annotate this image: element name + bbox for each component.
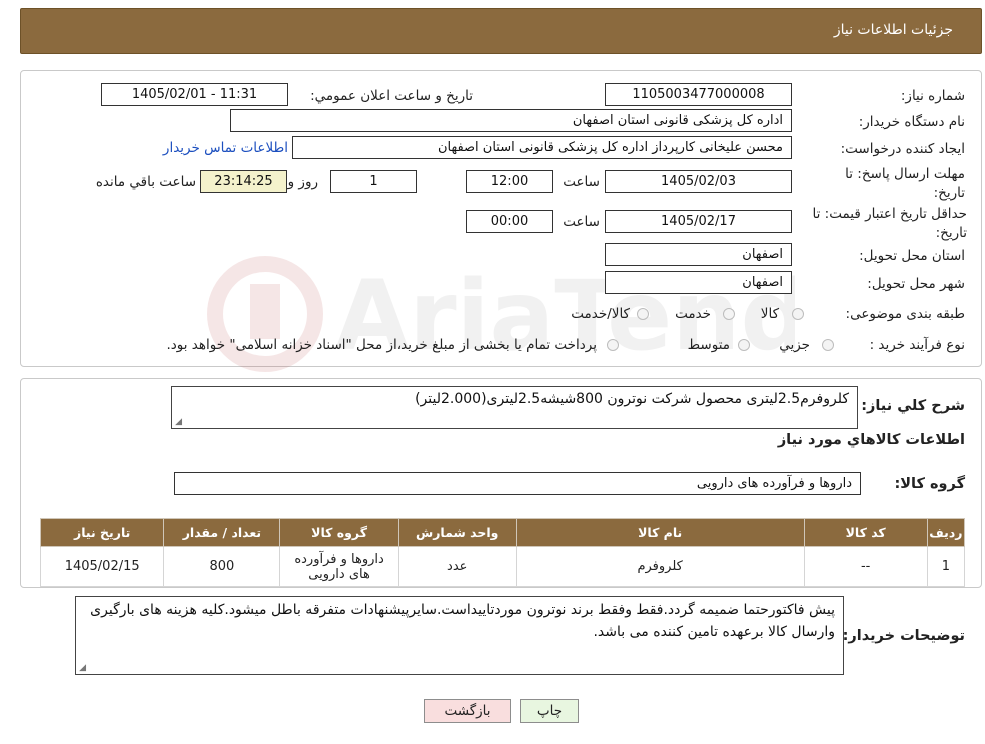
province-field: اصفهان (605, 243, 792, 266)
validity-label: حداقل تاريخ اعتبار قيمت: تا تاريخ: (812, 206, 967, 241)
resize-grip-icon[interactable]: ◢ (174, 418, 182, 427)
validity-time-field: 00:00 (466, 210, 553, 233)
cell-need-date: 1405/02/15 (39, 546, 165, 587)
resize-grip-icon[interactable]: ◢ (78, 664, 86, 673)
process-label: نوع فرآيند خريد : (869, 337, 965, 353)
process-radio-minor[interactable] (822, 339, 834, 351)
goods-group-label: گروه کالا: (894, 476, 965, 492)
need-number-label: شماره نياز: (900, 88, 965, 104)
process-option-minor: جزيي (779, 337, 810, 353)
buyer-notes-textarea[interactable]: پيش فاکتورحتما ضميمه گردد.فقط وفقط برند … (75, 596, 844, 675)
cell-goods-group: داروها و فرآورده های دارويی (279, 546, 399, 587)
category-radio-service[interactable] (723, 308, 735, 320)
deadline-date-field: 1405/02/03 (605, 170, 792, 193)
cell-unit: عدد (397, 546, 517, 587)
page-title: جزئيات اطلاعات نياز (833, 22, 953, 38)
col-goods-code: کد کالا (803, 518, 928, 547)
description-text: کلروفرم2.5ليتری محصول شرکت نوترون 800شيش… (415, 391, 849, 407)
city-field: اصفهان (605, 271, 792, 294)
goods-group-field: داروها و فرآورده های دارويی (174, 472, 861, 495)
buyer-notes-label: توضيحات خريدار: (842, 628, 965, 644)
days-field: 1 (330, 170, 417, 193)
category-option-service: خدمت (675, 306, 711, 322)
buyer-notes-text: پيش فاکتورحتما ضميمه گردد.فقط وفقط برند … (90, 602, 835, 640)
deadline-time-label: ساعت (563, 174, 600, 190)
need-number-field: 1105003477000008 (605, 83, 792, 106)
announce-label: تاريخ و ساعت اعلان عمومي: (310, 88, 473, 104)
remaining-label: ساعت باقي مانده (95, 174, 196, 190)
validity-time-label: ساعت (563, 214, 600, 230)
process-radio-medium[interactable] (738, 339, 750, 351)
items-table-header: رديف کد کالا نام کالا واحد شمارش گروه کا… (39, 518, 966, 547)
buyer-org-label: نام دستگاه خريدار: (858, 114, 965, 130)
back-button[interactable]: بازگشت (424, 699, 511, 723)
deadline-time-field: 12:00 (466, 170, 553, 193)
validity-date-field: 1405/02/17 (605, 210, 792, 233)
buyer-org-field: اداره کل پزشکی قانونی استان اصفهان (230, 109, 792, 132)
buyer-contact-link[interactable]: اطلاعات تماس خريدار (163, 140, 288, 156)
col-quantity: تعداد / مقدار (163, 518, 281, 547)
treasury-payment-checkbox[interactable] (607, 339, 619, 351)
province-label: استان محل تحويل: (859, 248, 965, 264)
cell-goods-name: کلروفرم (515, 546, 805, 587)
print-button[interactable]: چاپ (520, 699, 579, 723)
col-unit: واحد شمارش (397, 518, 517, 547)
category-radio-goods[interactable] (792, 308, 804, 320)
category-radio-goods-service[interactable] (637, 308, 649, 320)
description-label: شرح كلي نياز: (861, 398, 965, 414)
announce-datetime-field: 1405/02/01 - 11:31 (101, 83, 288, 106)
deadline-label: مهلت ارسال پاسخ: تا تاريخ: (845, 166, 965, 201)
goods-info-title: اطلاعات کالاهاي مورد نياز (777, 432, 965, 448)
cell-row-number: 1 (926, 546, 966, 587)
description-textarea[interactable]: کلروفرم2.5ليتری محصول شرکت نوترون 800شيش… (171, 386, 858, 429)
items-table: رديف کد کالا نام کالا واحد شمارش گروه کا… (39, 518, 966, 587)
page-header: جزئيات اطلاعات نياز (20, 8, 982, 54)
remaining-time-field: 23:14:25 (200, 170, 287, 193)
requester-field: محسن عليخانی کارپرداز اداره کل پزشکی قان… (292, 136, 792, 159)
category-label: طبقه بندی موضوعی: (845, 306, 965, 322)
col-goods-name: نام کالا (515, 518, 805, 547)
col-need-date: تاريخ نياز (39, 518, 165, 547)
table-row: 1 -- کلروفرم عدد داروها و فرآورده های دا… (39, 546, 966, 587)
days-label: روز و (287, 174, 318, 190)
cell-quantity: 800 (163, 546, 281, 587)
city-label: شهر محل تحويل: (867, 276, 965, 292)
requester-label: ايجاد کننده درخواست: (840, 141, 965, 157)
cell-goods-code: -- (803, 546, 928, 587)
category-option-goods-service: کالا/خدمت (571, 306, 630, 322)
col-goods-group: گروه کالا (279, 518, 399, 547)
process-note: پرداخت تمام يا بخشی از مبلغ خريد،از محل … (166, 337, 597, 353)
process-option-medium: متوسط (687, 337, 730, 353)
category-option-goods: کالا (760, 306, 779, 322)
col-row-number: رديف (926, 518, 966, 547)
